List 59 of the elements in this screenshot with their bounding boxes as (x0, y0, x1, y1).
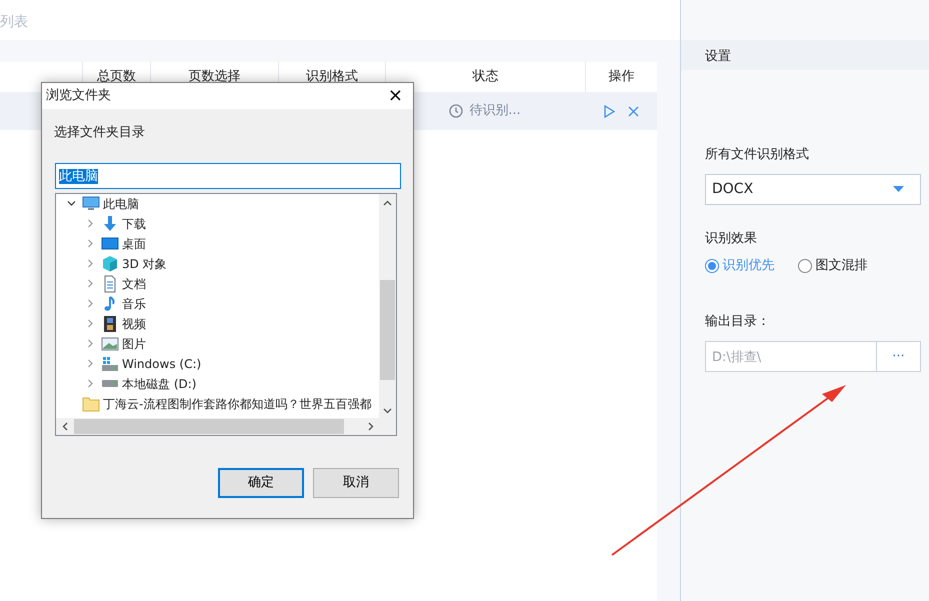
tree-item[interactable]: 视频 (122, 314, 146, 332)
drive-icon (101, 354, 119, 372)
picture-icon (101, 334, 119, 352)
tree-item[interactable]: 下载 (122, 214, 146, 232)
cancel-button[interactable]: 取消 (313, 468, 399, 498)
expand-chevron-icon[interactable] (86, 219, 94, 228)
scroll-left-icon[interactable] (62, 422, 68, 430)
column-header: 总页数 (97, 68, 136, 86)
radio-option[interactable]: 图文混排 (798, 256, 868, 276)
horizontal-scrollbar[interactable] (56, 418, 396, 434)
collapse-chevron-icon[interactable] (66, 199, 76, 208)
close-icon[interactable] (628, 106, 638, 116)
expand-chevron-icon[interactable] (86, 279, 94, 288)
tree-item[interactable]: 音乐 (122, 294, 146, 312)
tree-item[interactable]: 图片 (122, 334, 146, 352)
status-text: 待识别... (469, 102, 521, 120)
field-label: 识别效果 (705, 230, 758, 248)
tree-item[interactable]: Windows (C:) (122, 354, 202, 372)
dialog-title: 浏览文件夹 (46, 87, 111, 106)
expand-chevron-icon[interactable] (86, 299, 94, 308)
vertical-scrollbar[interactable] (379, 194, 396, 418)
tree-item[interactable]: 此电脑 (103, 194, 139, 212)
scroll-up-icon[interactable] (383, 200, 392, 206)
expand-chevron-icon[interactable] (86, 379, 94, 388)
expand-chevron-icon[interactable] (86, 259, 94, 268)
film-icon (101, 314, 119, 332)
column-header: 状态 (472, 68, 498, 86)
folder-icon (82, 394, 100, 412)
column-header: 识别格式 (306, 68, 358, 86)
tree-item[interactable]: 桌面 (122, 234, 146, 252)
tree-item[interactable]: 3D 对象 (122, 254, 167, 272)
expand-chevron-icon[interactable] (86, 359, 94, 368)
drive-icon (102, 380, 118, 387)
scroll-down-icon[interactable] (383, 408, 392, 414)
clock-icon (449, 104, 464, 118)
scroll-right-icon[interactable] (368, 422, 374, 430)
download-arrow-icon (101, 214, 119, 232)
close-button[interactable]: × (382, 87, 409, 105)
column-header: 操作 (608, 68, 634, 86)
play-icon[interactable] (604, 104, 614, 118)
folder-name-field[interactable]: 此电脑 (55, 162, 401, 188)
page-title: 列表 (0, 13, 29, 32)
expand-chevron-icon[interactable] (86, 339, 94, 348)
tree-item[interactable]: 文档 (122, 274, 146, 292)
cube-icon (101, 254, 119, 272)
ok-button[interactable]: 确定 (218, 468, 304, 498)
desktop-icon (101, 234, 119, 252)
field-label: 所有文件识别格式 (705, 146, 810, 164)
browse-button[interactable]: ··· (877, 341, 921, 372)
panel-title: 设置 (681, 40, 929, 70)
dialog-prompt: 选择文件夹目录 (54, 124, 146, 142)
tree-item[interactable]: 本地磁盘 (D:) (122, 374, 196, 392)
expand-chevron-icon[interactable] (86, 239, 94, 248)
expand-chevron-icon[interactable] (86, 319, 94, 328)
column-header: 页数选择 (188, 68, 240, 86)
field-label: 输出目录： (705, 312, 771, 330)
dropdown-caret-icon (893, 186, 904, 192)
format-select[interactable]: DOCX (705, 174, 921, 204)
tree-item[interactable]: 丁海云-流程图制作套路你都知道吗？世界五百强都 (103, 394, 372, 412)
